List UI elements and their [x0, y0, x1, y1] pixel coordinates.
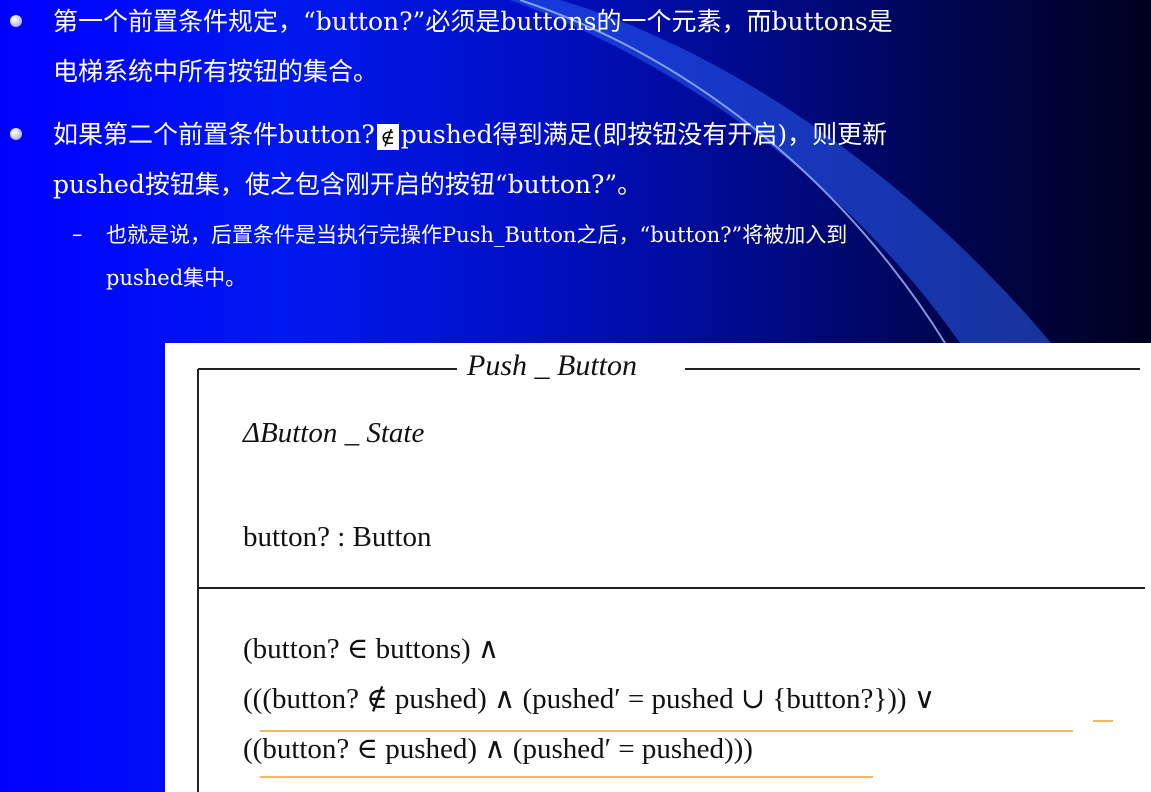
sub-bullet-line-2: pushed集中。: [106, 266, 247, 290]
bullet-text-2: 如果第二个前置条件button? ∉ pushed得到满足(即按钮没有开启)，则更新…: [53, 110, 887, 210]
z-schema-box: Push _ Button ΔButton _ State button? : …: [165, 343, 1151, 792]
schema-variable-declaration: button? : Button: [243, 521, 432, 553]
schema-title: Push _ Button: [461, 349, 643, 383]
bullet-text-1: 第一个前置条件规定，“button?”必须是buttons的一个元素，而butt…: [53, 0, 893, 97]
bullet-2-line-1-end: pushed得到满足(即按钮没有开启)，则更新: [400, 120, 888, 149]
schema-delta-declaration: ΔButton _ State: [243, 417, 425, 449]
bullet-2-line-1: 如果第二个前置条件button? ∉ pushed得到满足(即按钮没有开启)，则更新: [53, 110, 887, 160]
schema-predicate-line-3: ((button? ∈ pushed) ∧ (pushed′ = pushed)…: [243, 733, 753, 765]
schema-predicate-line-1: (button? ∈ buttons) ∧: [243, 633, 500, 665]
bullet-1-line-1: 第一个前置条件规定，“button?”必须是buttons的一个元素，而butt…: [53, 7, 893, 36]
z-schema-frame: [197, 368, 1145, 792]
bullet-1-line-2: 电梯系统中所有按钮的集合。: [53, 57, 379, 86]
sub-bullet-line-1: 也就是说，后置条件是当执行完操作Push_Button之后，“button?”将…: [106, 223, 848, 247]
bullet-2-line-2: pushed按钮集，使之包含刚开启的按钮“button?”。: [53, 170, 643, 199]
not-element-symbol: ∉: [376, 123, 399, 150]
bullet-dot-1: [10, 15, 22, 27]
sub-bullet-dash: –: [72, 222, 83, 246]
sub-bullet-text: 也就是说，后置条件是当执行完操作Push_Button之后，“button?”将…: [106, 214, 847, 300]
schema-predicate-line-2: (((button? ∉ pushed) ∧ (pushed′ = pushed…: [243, 683, 936, 715]
bullet-dot-2: [10, 128, 22, 140]
bullet-2-line-1-start: 如果第二个前置条件button?: [53, 120, 375, 149]
